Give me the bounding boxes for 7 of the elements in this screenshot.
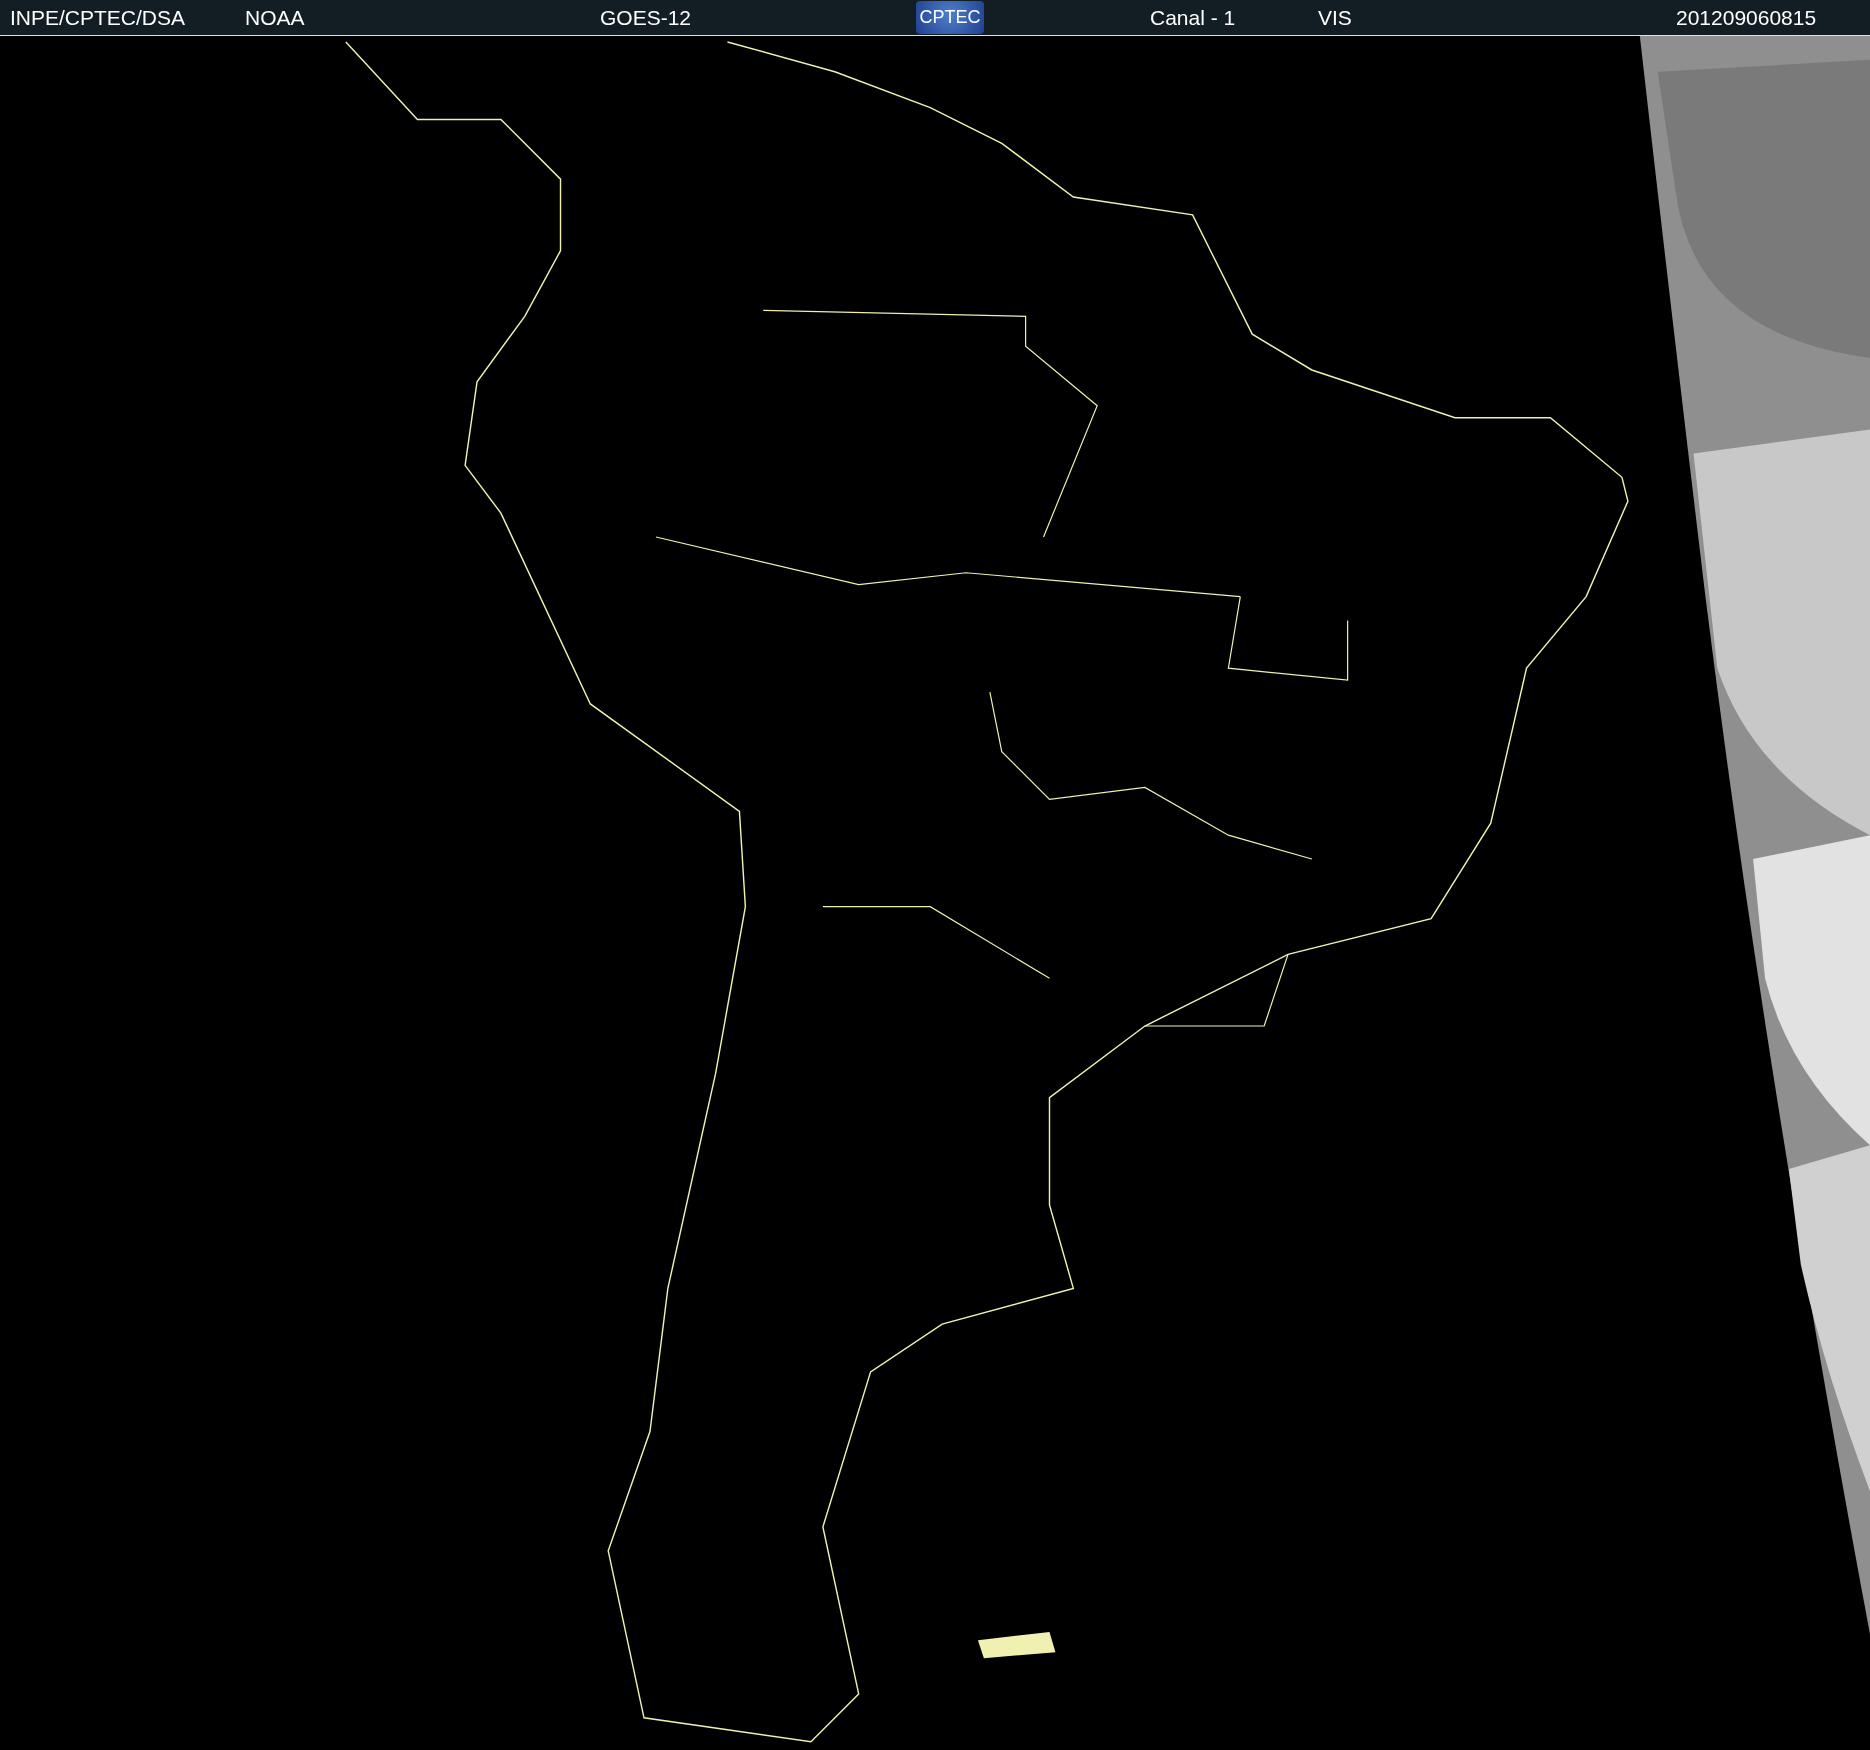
agency-label: NOAA	[245, 5, 305, 30]
timestamp-label: 201209060815	[1676, 5, 1817, 30]
logo: CPTEC	[916, 1, 984, 34]
band-label: VIS	[1318, 5, 1352, 30]
source-label: INPE/CPTEC/DSA	[10, 5, 186, 30]
channel-label: Canal - 1	[1150, 5, 1236, 30]
satellite-label: GOES-12	[600, 5, 692, 30]
